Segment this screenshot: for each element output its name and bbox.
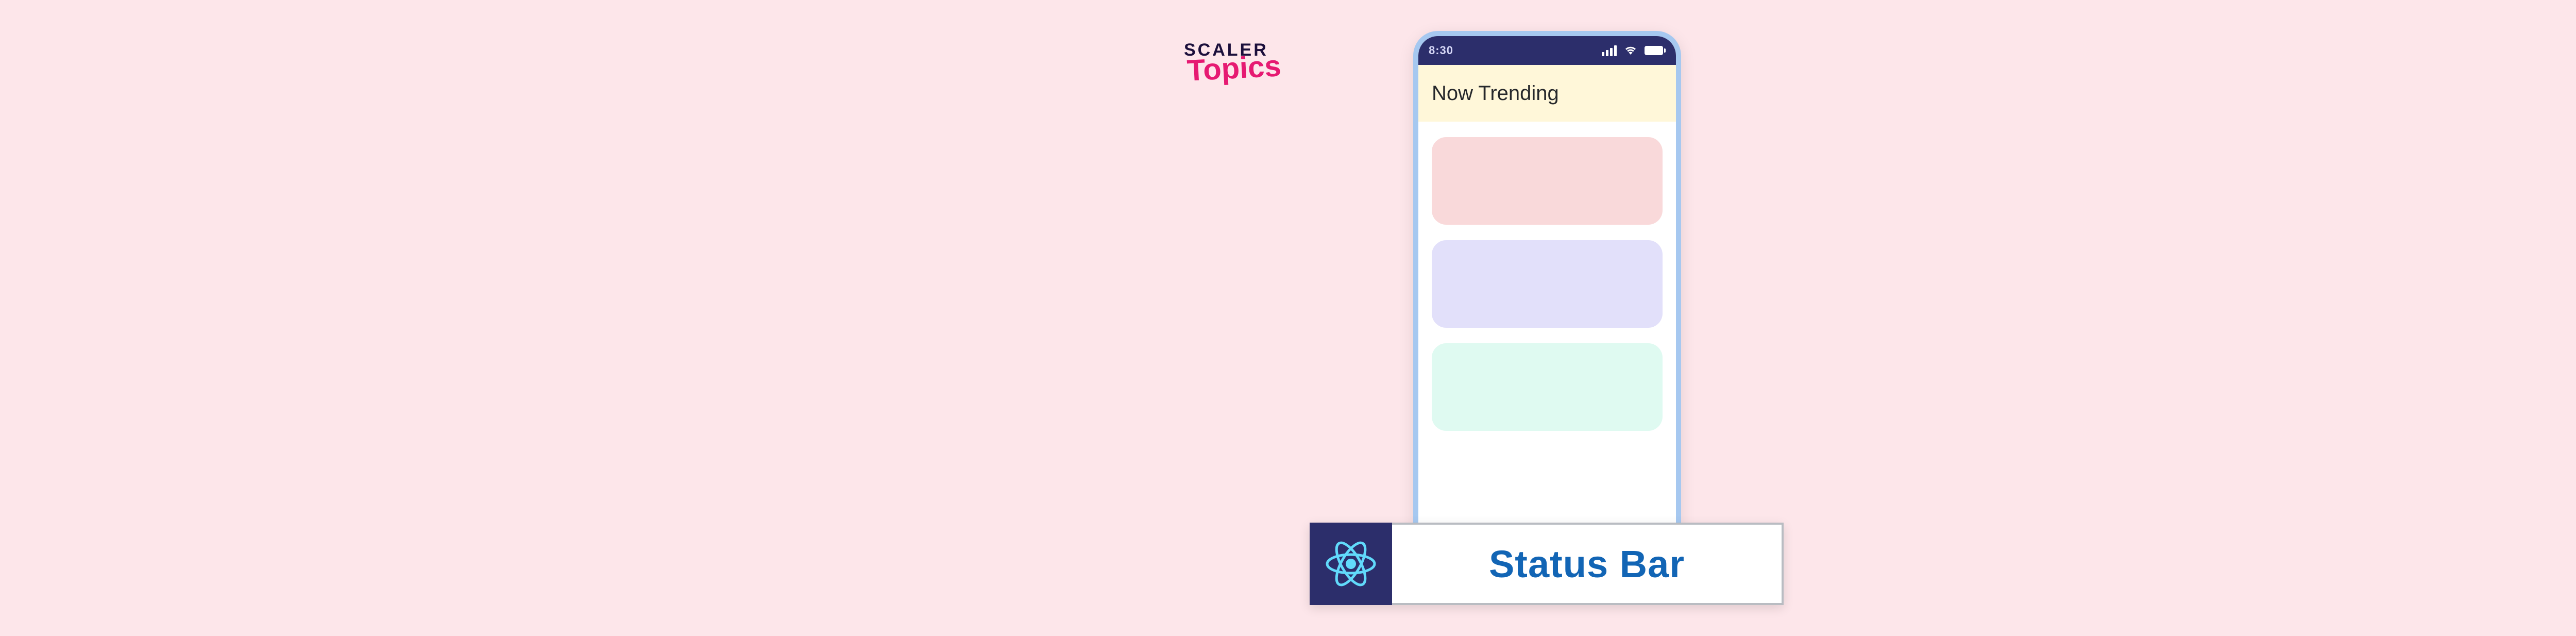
logo-sub-text: Topics xyxy=(1187,53,1282,83)
content-card xyxy=(1432,137,1663,225)
content-card xyxy=(1432,343,1663,431)
title-label-text: Status Bar xyxy=(1489,542,1685,586)
scaler-topics-logo: SCALER Topics xyxy=(1184,41,1281,81)
card-list xyxy=(1418,122,1676,431)
app-header-title: Now Trending xyxy=(1432,82,1559,105)
title-label-bar: Status Bar xyxy=(1310,523,1784,605)
react-badge xyxy=(1310,523,1392,605)
phone-screen: 8:30 xyxy=(1418,36,1676,541)
react-icon xyxy=(1323,535,1379,592)
phone-mockup: 8:30 xyxy=(1413,31,1681,546)
title-label-text-wrap: Status Bar xyxy=(1392,523,1784,605)
app-header: Now Trending xyxy=(1418,65,1676,122)
phone-statusbar: 8:30 xyxy=(1418,36,1676,65)
signal-icon xyxy=(1602,45,1617,56)
battery-icon xyxy=(1645,46,1666,55)
content-card xyxy=(1432,240,1663,328)
statusbar-icons xyxy=(1602,45,1666,56)
wifi-icon xyxy=(1624,45,1637,56)
statusbar-time: 8:30 xyxy=(1429,44,1453,57)
content-frame: SCALER Topics 8:30 xyxy=(1122,0,1969,636)
